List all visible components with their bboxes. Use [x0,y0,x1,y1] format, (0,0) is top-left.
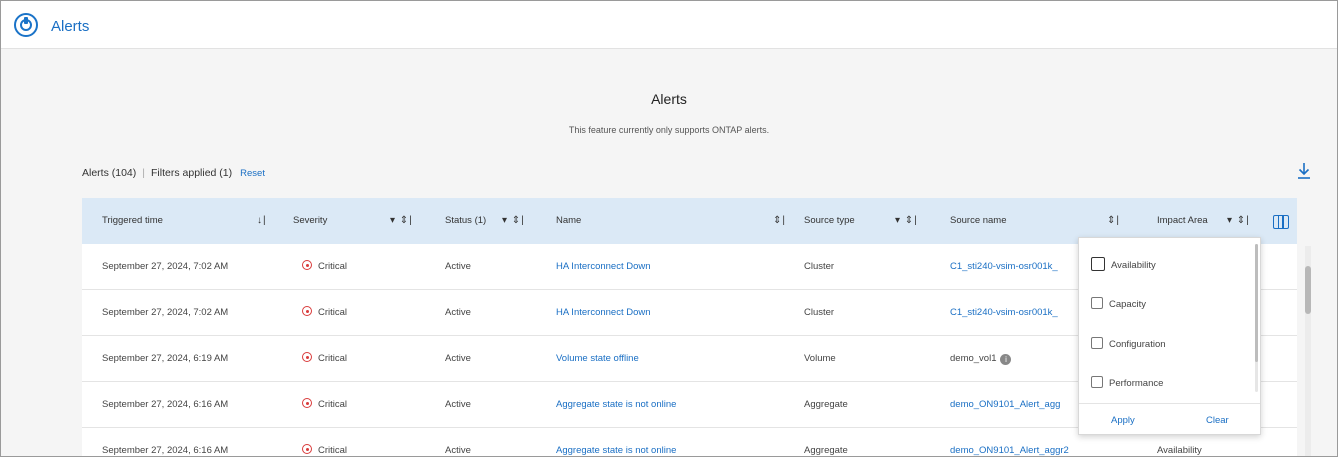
cell-triggered-time: September 27, 2024, 6:16 AM [102,445,229,456]
source-name-link[interactable]: demo_ON9101_Alert_aggr2 [950,428,1080,456]
top-bar: Alerts [1,1,1337,49]
cell-severity: Critical [302,382,347,428]
cell-source-type: Aggregate [804,445,848,456]
page-scrollbar[interactable] [1305,246,1311,456]
cell-status: Active [445,353,471,364]
reset-filters-link[interactable]: Reset [240,168,265,179]
cell-triggered-time: September 27, 2024, 7:02 AM [102,307,229,318]
column-header-source-type[interactable]: Source type [804,198,855,244]
cell-status: Active [445,399,471,410]
column-header-triggered-time[interactable]: Triggered time [102,198,163,244]
app-title: Alerts [51,18,90,35]
column-header-status[interactable]: Status (1) [445,198,486,244]
cell-status: Active [445,445,471,456]
clear-button[interactable]: Clear [1206,415,1229,426]
cell-source-name: demo_vol1 i [950,336,1012,382]
cell-status: Active [445,261,471,272]
app-logo-icon[interactable] [14,13,38,37]
popover-scrollbar[interactable] [1255,244,1258,392]
cell-source-type: Volume [804,353,836,364]
filter-option-configuration[interactable]: Configuration [1091,337,1166,350]
separator: | [142,167,146,179]
alert-name-link[interactable]: HA Interconnect Down [556,290,651,336]
critical-icon [302,306,312,316]
alert-name-link[interactable]: Aggregate state is not online [556,428,676,456]
cell-triggered-time: September 27, 2024, 6:16 AM [102,399,229,410]
apply-button[interactable]: Apply [1111,415,1135,426]
cell-triggered-time: September 27, 2024, 6:19 AM [102,353,229,364]
cell-status: Active [445,307,471,318]
cell-source-type: Cluster [804,307,835,318]
filter-sort-icon[interactable]: ▾ ⇕| [895,198,918,244]
column-header-severity[interactable]: Severity [293,198,327,244]
popover-footer: Apply Clear [1079,403,1260,436]
cell-severity: Critical [302,244,347,290]
column-header-name[interactable]: Name [556,198,581,244]
page-title: Alerts [651,91,687,107]
cell-source-type: Aggregate [804,399,848,410]
alerts-count: Alerts (104) [82,167,137,179]
critical-icon [302,260,312,270]
checkbox[interactable] [1091,337,1103,349]
download-icon[interactable] [1297,161,1311,181]
filters-applied: Filters applied (1) [151,167,233,179]
source-name-link[interactable]: C1_sti240-vsim-osr001k_ [950,244,1080,290]
critical-icon [302,352,312,362]
source-name-link[interactable]: demo_ON9101_Alert_agg [950,382,1080,428]
cell-source-type: Cluster [804,261,835,272]
cell-severity: Critical [302,290,347,336]
checkbox[interactable] [1091,376,1103,388]
column-header-source-name[interactable]: Source name [950,198,1007,244]
source-name-link[interactable]: C1_sti240-vsim-osr001k_ [950,290,1080,336]
alert-name-link[interactable]: Aggregate state is not online [556,382,676,428]
filter-sort-icon[interactable]: ▾ ⇕| [502,198,525,244]
critical-icon [302,444,312,454]
column-chooser-icon[interactable] [1273,215,1289,229]
checkbox[interactable] [1091,257,1105,271]
alert-name-link[interactable]: HA Interconnect Down [556,244,651,290]
sort-icon[interactable]: ⇕| [773,198,786,244]
info-icon[interactable]: i [1000,354,1012,365]
filter-sort-icon[interactable]: ▾ ⇕| [390,198,413,244]
cell-severity: Critical [302,336,347,382]
filter-option-performance[interactable]: Performance [1091,376,1163,389]
filter-option-capacity[interactable]: Capacity [1091,297,1146,310]
page-subtitle: This feature currently only supports ONT… [568,125,770,135]
alert-name-link[interactable]: Volume state offline [556,336,639,382]
critical-icon [302,398,312,408]
app-frame: Alerts Alerts This feature currently onl… [0,0,1338,457]
sort-icon[interactable]: ↓| [257,198,267,244]
filter-option-availability[interactable]: Availability [1091,257,1156,271]
alerts-summary: Alerts (104) | Filters applied (1) Reset [82,167,265,179]
checkbox[interactable] [1091,297,1103,309]
cell-triggered-time: September 27, 2024, 7:02 AM [102,261,229,272]
cell-severity: Critical [302,428,347,456]
impact-area-filter-popover: Availability Capacity Configuration Perf… [1078,237,1261,435]
